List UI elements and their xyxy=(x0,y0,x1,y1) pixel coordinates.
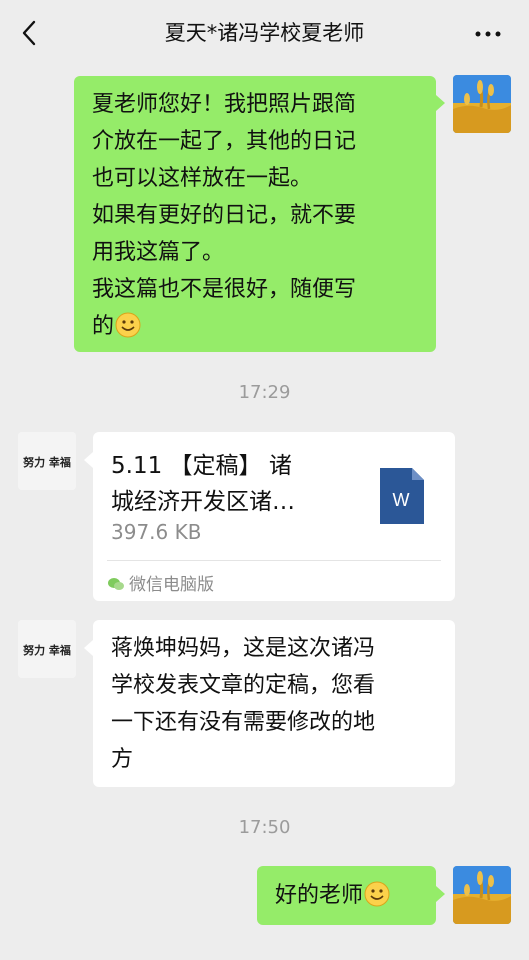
message-text: 一下还有没有需要修改的地 xyxy=(111,710,376,735)
file-source-label: 微信电脑版 xyxy=(129,575,214,595)
word-file-icon: W xyxy=(380,468,424,524)
self-avatar[interactable] xyxy=(453,75,511,133)
timestamp: 17:29 xyxy=(238,382,291,403)
avatar-logo-text: 努力 幸福 xyxy=(23,455,71,469)
smile-emoji-icon xyxy=(364,881,390,919)
message-text: 夏老师您好！我把照片跟简 xyxy=(92,92,357,117)
bubble-tail xyxy=(436,886,445,902)
message-text: 好的老师 xyxy=(275,883,364,908)
message-text: 蒋焕坤妈妈，这是这次诸冯 xyxy=(111,636,376,661)
divider xyxy=(107,560,441,561)
message-text: 的 xyxy=(92,314,115,339)
message-text: 方 xyxy=(111,747,134,772)
contact-avatar[interactable]: 努力 幸福 xyxy=(18,432,76,490)
bubble-tail xyxy=(84,452,93,468)
more-dots-icon[interactable] xyxy=(470,20,506,48)
self-avatar[interactable] xyxy=(453,866,511,924)
message-text: 也可以这样放在一起。 xyxy=(92,166,313,191)
message-text: 我这篇也不是很好，随便写 xyxy=(92,277,357,302)
bubble-tail xyxy=(436,95,445,111)
avatar-logo-text: 努力 幸福 xyxy=(23,643,71,657)
file-message-card[interactable]: 5.11 【定稿】 诸 城经济开发区诸… 397.6 KB W 微信电脑版 xyxy=(93,432,455,601)
timestamp: 17:50 xyxy=(238,817,291,838)
message-bubble-self[interactable]: 好的老师 xyxy=(257,866,436,925)
smile-emoji-icon xyxy=(115,312,141,350)
message-bubble-self[interactable]: 夏老师您好！我把照片跟简 介放在一起了，其他的日记 也可以这样放在一起。 如果有… xyxy=(74,76,436,352)
file-title: 5.11 【定稿】 诸 xyxy=(111,453,292,479)
chat-header: 夏天*诸冯学校夏老师 xyxy=(0,0,529,66)
message-text: 用我这篇了。 xyxy=(92,240,225,265)
chat-title: 夏天*诸冯学校夏老师 xyxy=(164,21,365,45)
svg-text:W: W xyxy=(393,490,410,510)
bubble-tail xyxy=(84,640,93,656)
contact-avatar[interactable]: 努力 幸福 xyxy=(18,620,76,678)
message-text: 学校发表文章的定稿，您看 xyxy=(111,673,376,698)
message-text: 如果有更好的日记，就不要 xyxy=(92,203,357,228)
back-icon[interactable] xyxy=(16,18,44,48)
message-text: 介放在一起了，其他的日记 xyxy=(92,129,357,154)
file-title: 城经济开发区诸… xyxy=(111,489,295,515)
file-size: 397.6 KB xyxy=(111,520,202,544)
message-bubble-other[interactable]: 蒋焕坤妈妈，这是这次诸冯 学校发表文章的定稿，您看 一下还有没有需要修改的地 方 xyxy=(93,620,455,787)
wechat-pc-icon xyxy=(107,575,125,593)
